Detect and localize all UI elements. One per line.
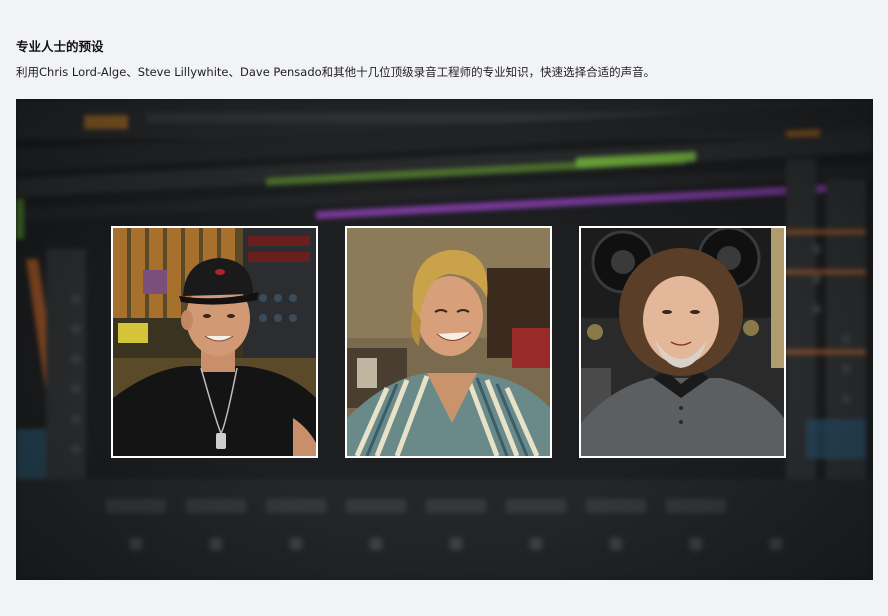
engineer-photo-2 [345, 226, 552, 458]
hero-image [16, 99, 873, 580]
engineer-portrait-grey-polo-icon [581, 228, 784, 456]
engineer-portrait-cap-black-shirt-icon [113, 228, 316, 456]
section-description: 利用Chris Lord-Alge、Steve Lillywhite、Dave … [16, 65, 656, 79]
engineer-photo-3 [579, 226, 786, 458]
engineer-portrait-striped-shirt-icon [347, 228, 550, 456]
section-title: 专业人士的预设 [16, 39, 104, 54]
presets-section: 专业人士的预设 利用Chris Lord-Alge、Steve Lillywhi… [0, 0, 888, 616]
engineer-photo-1 [111, 226, 318, 458]
